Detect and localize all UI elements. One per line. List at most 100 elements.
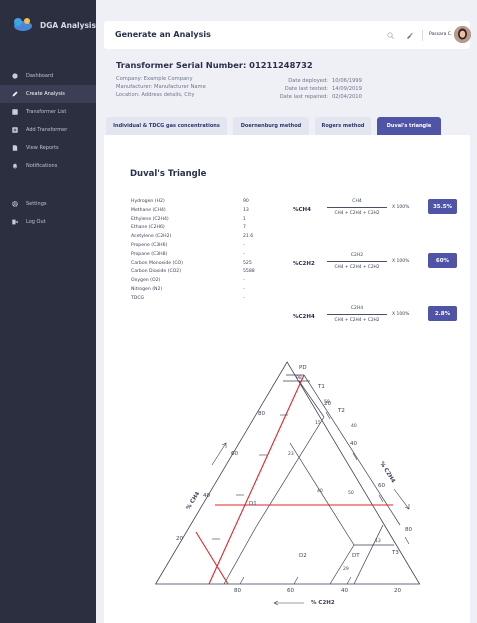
triangle-outline: [154, 361, 421, 585]
formula-label: %CH4: [293, 207, 311, 213]
left-tick-label: 80: [258, 411, 265, 417]
zone-label-d2: D2: [299, 553, 307, 559]
zone-line: [223, 526, 257, 585]
sidebar-item-dashboard[interactable]: Dashboard: [0, 67, 96, 85]
date-value: 02/04/2010: [332, 94, 362, 100]
bottom-tick-label: 80: [234, 588, 241, 594]
fraction-bar: [327, 314, 387, 315]
sidebar-item-label: Transformer List: [26, 109, 67, 115]
gas-value: -: [243, 278, 245, 284]
left-tick-label: 40: [203, 493, 210, 499]
search-icon[interactable]: [387, 32, 394, 39]
formula-denominator: CH4 + C2H4 + C2H2: [334, 318, 380, 323]
formula-c2h2: %C2H2 C2H2 CH4 + C2H4 + C2H2 X 100% 60%: [287, 253, 462, 277]
list-item: Oxygen (O2) -: [131, 278, 255, 287]
tick: [378, 494, 384, 503]
bell-icon: [13, 163, 17, 169]
tick: [346, 576, 352, 585]
tick-marks: [212, 411, 410, 585]
gas-list: Hydrogen (H2) 90 Methane (CH4) 13 Ethylene…: [131, 199, 255, 305]
arrow-icon: [393, 488, 410, 510]
sidebar-item-label: Add Transformer: [26, 127, 68, 133]
avatar-image: [454, 26, 471, 43]
gas-value: 21.6: [243, 234, 254, 240]
sidebar-item-label: Notifications: [26, 163, 58, 169]
axis-title-c2h4: % C2H4: [378, 461, 396, 484]
gas-name: Oxygen (O2): [131, 278, 161, 284]
gas-value: -: [243, 242, 245, 248]
date-label: Date last tested:: [284, 86, 328, 92]
zone-boundaries: [223, 374, 401, 585]
right-tick-label: 20: [324, 401, 331, 407]
date-row: Date deployed: 10/06/1999: [271, 77, 362, 85]
result-badge: 2.8%: [428, 306, 457, 321]
boundary-value: 50: [348, 490, 354, 496]
avatar[interactable]: [454, 26, 471, 43]
gas-value: 5588: [243, 269, 255, 275]
tab-gas-concentrations[interactable]: Individual & TDCG gas concentrations: [106, 117, 227, 135]
list-item: TDCG -: [131, 296, 255, 305]
tab-doernenburg[interactable]: Doernenburg method: [233, 117, 309, 135]
formula-numerator: CH4: [352, 199, 362, 204]
tick: [293, 576, 299, 585]
sidebar-item-add-transformer[interactable]: Add Transformer: [0, 121, 96, 139]
sidebar-item-settings[interactable]: Settings: [0, 195, 96, 213]
result-lines: [195, 374, 393, 585]
tab-rogers[interactable]: Rogers method: [315, 117, 371, 135]
formula-multiplier: X 100%: [392, 205, 410, 210]
formula-numerator: C2H4: [350, 306, 364, 311]
sidebar-item-log-out[interactable]: Log Out: [0, 213, 96, 231]
app-logo-icon: [14, 18, 32, 31]
sidebar-item-label: Settings: [26, 201, 47, 207]
sidebar-item-label: Dashboard: [26, 73, 54, 79]
sidebar: DGA Analysis Dashboard Create Analysis T…: [0, 0, 96, 623]
date-label: Date deployed:: [288, 78, 328, 84]
gas-value: -: [243, 295, 245, 301]
location: Location: Address details, City: [116, 92, 195, 98]
transformer-details: Company: Example Company Manufacturer: M…: [116, 75, 206, 99]
left-tick-label: 60: [231, 451, 238, 457]
plus-icon: [12, 127, 18, 133]
right-tick-label: 80: [405, 527, 412, 533]
result-badge: 35.5%: [428, 199, 457, 214]
company: Company: Example Company: [116, 76, 193, 82]
zone-labels: PD T1 T2 T3 D1 D2 DT: [249, 365, 399, 559]
brush-icon[interactable]: [406, 32, 413, 39]
gas-name: Hydrogen (H2): [131, 199, 165, 204]
tick: [404, 536, 410, 545]
bottom-tick-label: 60: [287, 588, 294, 594]
axis-title-c2h2: % C2H2: [311, 600, 335, 606]
formula-multiplier: X 100%: [392, 312, 410, 317]
duval-triangle: PD T1 T2 T3 D1 D2 DT 98 50 15 23 40 50 2…: [154, 361, 421, 606]
formula-denominator: CH4 + C2H4 + C2H2: [334, 211, 380, 216]
fraction-bar: [327, 207, 387, 208]
list-item: Propene (C3H6) -: [131, 243, 255, 252]
brand[interactable]: DGA Analysis: [12, 17, 96, 33]
serial-number: 01211248732: [249, 60, 313, 70]
sidebar-item-label: View Reports: [26, 145, 59, 151]
gas-value: 7: [243, 225, 246, 231]
gas-name: Ethane (C2H6): [131, 225, 165, 231]
header-divider: [422, 30, 423, 41]
sidebar-item-create-analysis[interactable]: Create Analysis: [0, 85, 96, 103]
axis-ch4: % CH4: [186, 442, 227, 511]
sidebar-item-notifications[interactable]: Notifications: [0, 157, 96, 175]
formula-denominator: CH4 + C2H4 + C2H2: [334, 265, 380, 270]
boundary-value: 15: [315, 420, 321, 426]
dashboard-icon: [12, 73, 18, 79]
formula-ch4: %CH4 CH4 CH4 + C2H4 + C2H2 X 100% 35.5%: [287, 199, 462, 223]
gas-name: Nitrogen (N2): [131, 286, 163, 292]
sidebar-item-view-reports[interactable]: View Reports: [0, 139, 96, 157]
tab-duvals-triangle[interactable]: Duval's triangle: [377, 117, 441, 135]
brand-name: DGA Analysis: [40, 20, 96, 30]
sidebar-nav: Dashboard Create Analysis Transformer Li…: [0, 67, 96, 231]
sidebar-item-transformer-list[interactable]: Transformer List: [0, 103, 96, 121]
list-item: Hydrogen (H2) 90: [131, 199, 255, 208]
fraction-bar: [327, 261, 387, 262]
list-item: Nitrogen (N2) -: [131, 287, 255, 296]
user-name[interactable]: Passara C.: [429, 32, 452, 37]
left-tick-label: 20: [176, 536, 183, 542]
boundary-value: 13: [375, 538, 381, 544]
date-value: 10/06/1999: [332, 78, 362, 84]
boundary-value: 40: [317, 488, 323, 494]
